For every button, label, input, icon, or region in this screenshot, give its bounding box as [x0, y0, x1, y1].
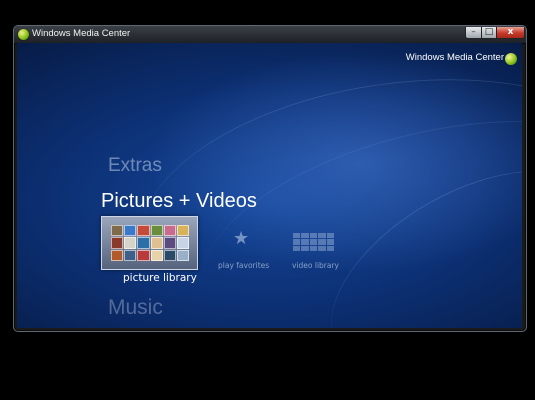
title-bar[interactable]: Windows Media Center – □ x: [14, 26, 526, 44]
video-library-label[interactable]: video library: [292, 261, 339, 270]
play-favorites-label[interactable]: play favorites: [218, 261, 269, 270]
menu-item-pictures-videos[interactable]: Pictures + Videos: [101, 190, 257, 213]
picture-thumbnails-icon: [111, 225, 189, 261]
media-center-main: Windows Media Center Extras Pictures + V…: [17, 43, 522, 328]
brand-text: Windows Media Center: [405, 52, 504, 63]
windows-media-center-logo-icon: [505, 53, 517, 65]
picture-library-label[interactable]: picture library: [123, 272, 197, 284]
video-grid-icon[interactable]: [293, 233, 334, 251]
maximize-button[interactable]: □: [481, 27, 497, 39]
menu-item-extras[interactable]: Extras: [108, 155, 162, 177]
media-center-window: Windows Media Center – □ x Windows Media…: [13, 25, 527, 332]
star-icon[interactable]: ★: [233, 230, 249, 248]
window-title: Windows Media Center: [32, 28, 131, 39]
minimize-button[interactable]: –: [465, 27, 482, 39]
close-button[interactable]: x: [496, 27, 525, 39]
menu-item-music[interactable]: Music: [108, 296, 163, 320]
picture-library-tile[interactable]: [101, 216, 198, 270]
app-logo-icon: [18, 29, 29, 40]
